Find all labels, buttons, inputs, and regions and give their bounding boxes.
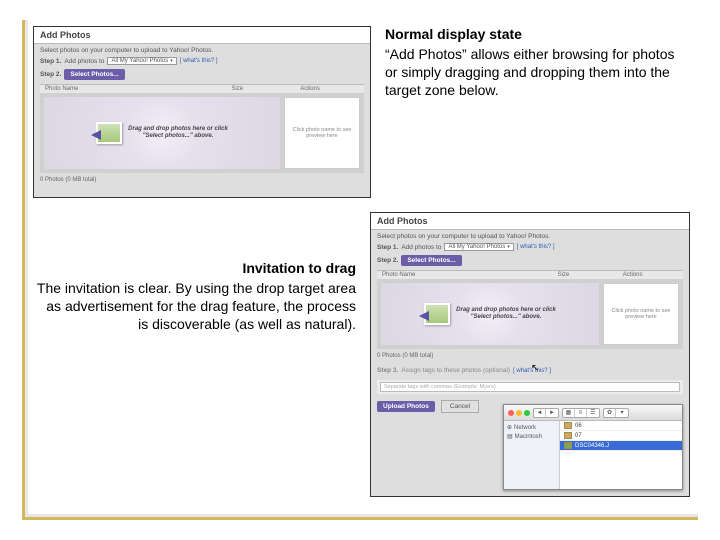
list-item-selected[interactable]: DSC04346.J <box>560 441 682 451</box>
chevron-down-icon: ▾ <box>616 409 628 417</box>
folder-icon <box>564 432 572 439</box>
column-headers-b: Photo Name Size Actions <box>377 270 683 279</box>
cancel-button[interactable]: Cancel <box>441 400 479 413</box>
album-dropdown-value-b: All My Yahoo! Photos <box>448 244 505 250</box>
album-dropdown-value: All My Yahoo! Photos <box>111 58 168 64</box>
step-1-label: Step 1. <box>40 58 61 65</box>
sidebar-item-network[interactable]: ⊕Network <box>507 423 556 432</box>
drop-zone-text-b: Drag and drop photos here or click "Sele… <box>456 307 556 320</box>
chevron-down-icon: ▾ <box>170 58 173 64</box>
step-1-row: Step 1. Add photos to All My Yahoo! Phot… <box>34 55 370 67</box>
app-title-2: Add Photos <box>371 213 689 230</box>
gear-icon: ✿ <box>604 409 616 417</box>
screenshot-normal-state: Add Photos Select photos on your compute… <box>33 26 371 198</box>
album-dropdown-b[interactable]: All My Yahoo! Photos ▾ <box>444 243 513 251</box>
drop-zone-text: Drag and drop photos here or click "Sele… <box>128 126 228 139</box>
select-photos-button[interactable]: Select Photos... <box>64 69 124 80</box>
caption-body-1: “Add Photos” allows either browsing for … <box>385 46 674 98</box>
disk-icon: ▤ <box>507 433 513 440</box>
traffic-lights[interactable] <box>508 410 530 416</box>
preview-box: Click photo name to see preview here <box>284 97 360 169</box>
preview-box-b: Click photo name to see preview here <box>603 283 679 345</box>
tag-input[interactable]: Separate tags with commas (Example: Mya'… <box>380 382 680 392</box>
chevron-down-icon: ▾ <box>507 244 510 250</box>
forward-icon[interactable]: ► <box>546 409 558 417</box>
folder-icon <box>564 422 572 429</box>
step-3-label: Step 3. <box>377 367 398 374</box>
caption-body-2: The invitation is clear. By using the dr… <box>37 280 356 332</box>
action-dropdown[interactable]: ✿▾ <box>603 408 629 418</box>
app-instruction-2: Select photos on your computer to upload… <box>371 230 689 241</box>
file-browser-list[interactable]: 06 07 DSC04346.J <box>560 421 682 489</box>
column-view-icon[interactable]: ☰ <box>587 409 599 417</box>
icon-view-icon[interactable]: ▦ <box>563 409 575 417</box>
caption-heading-1: Normal display state <box>385 26 690 44</box>
col-photo-name: Photo Name <box>40 85 226 93</box>
step-2-label: Step 2. <box>40 71 61 78</box>
col-photo-name-b: Photo Name <box>377 271 553 279</box>
back-icon[interactable]: ◄ <box>534 409 546 417</box>
file-browser-sidebar: ⊕Network ▤Macintosh <box>504 421 560 489</box>
photo-count-footer-b: 0 Photos (0 MB total) <box>371 349 689 363</box>
whats-this-link-b[interactable]: [ what's this? ] <box>517 244 555 250</box>
row-invitation-drag: Invitation to drag The invitation is cle… <box>33 212 690 497</box>
upload-panel: Photo Name Size Actions Drag and drop ph… <box>40 84 364 173</box>
view-mode-segmented[interactable]: ▦≡☰ <box>562 408 600 418</box>
select-photos-button-b[interactable]: Select Photos... <box>401 255 461 266</box>
album-dropdown[interactable]: All My Yahoo! Photos ▾ <box>107 57 176 65</box>
step-2-row: Step 2. Select Photos... <box>34 67 370 82</box>
step-1-row-b: Step 1. Add photos to All My Yahoo! Phot… <box>371 241 689 253</box>
app-instruction: Select photos on your computer to upload… <box>34 44 370 55</box>
col-actions-b: Actions <box>618 271 683 279</box>
step-1-text: Add photos to <box>64 58 104 65</box>
screenshot-drag-invitation: Add Photos Select photos on your compute… <box>370 212 690 497</box>
whats-this-link[interactable]: [ what's this? ] <box>180 58 218 64</box>
step-1-label-b: Step 1. <box>377 244 398 251</box>
step-3-text: Assign tags to these photos (optional) <box>401 367 510 374</box>
slide-frame: Add Photos Select photos on your compute… <box>22 20 698 520</box>
step-1-text-b: Add photos to <box>401 244 441 251</box>
caption-invitation: Invitation to drag The invitation is cle… <box>33 212 356 497</box>
upload-button[interactable]: Upload Photos <box>377 401 435 412</box>
drop-target-zone[interactable]: Drag and drop photos here or click "Sele… <box>44 97 280 169</box>
row-normal-state: Add Photos Select photos on your compute… <box>33 26 690 198</box>
image-file-icon <box>564 442 572 449</box>
nav-back-forward[interactable]: ◄► <box>533 408 559 418</box>
list-item[interactable]: 07 <box>560 431 682 441</box>
whats-this-link-c[interactable]: [ what's this? ] <box>513 368 551 374</box>
step-2-row-b: Step 2. Select Photos... <box>371 253 689 268</box>
tag-input-row: Separate tags with commas (Example: Mya'… <box>377 380 683 394</box>
list-item[interactable]: 06 <box>560 421 682 431</box>
sidebar-item-disk[interactable]: ▤Macintosh <box>507 432 556 441</box>
column-headers: Photo Name Size Actions <box>40 84 364 93</box>
file-browser-window[interactable]: ◄► ▦≡☰ ✿▾ ⊕Network ▤Macintosh 06 07 DSC0… <box>503 404 683 490</box>
caption-normal-state: Normal display state “Add Photos” allows… <box>385 26 690 198</box>
app-title: Add Photos <box>34 27 370 44</box>
file-browser-toolbar: ◄► ▦≡☰ ✿▾ <box>504 405 682 421</box>
photo-drop-icon-b <box>424 303 450 325</box>
step-2-label-b: Step 2. <box>377 257 398 264</box>
list-view-icon[interactable]: ≡ <box>575 409 587 417</box>
col-size-b: Size <box>553 271 618 279</box>
globe-icon: ⊕ <box>507 424 512 431</box>
drop-target-zone-b[interactable]: Drag and drop photos here or click "Sele… <box>381 283 599 345</box>
photo-count-footer: 0 Photos (0 MB total) <box>34 173 370 187</box>
col-size: Size <box>226 85 295 93</box>
step-3-row: Step 3. Assign tags to these photos (opt… <box>371 365 689 376</box>
col-actions: Actions <box>295 85 364 93</box>
upload-panel-b: Photo Name Size Actions Drag and drop ph… <box>377 270 683 349</box>
caption-heading-2: Invitation to drag <box>33 260 356 278</box>
photo-drop-icon <box>96 122 122 144</box>
